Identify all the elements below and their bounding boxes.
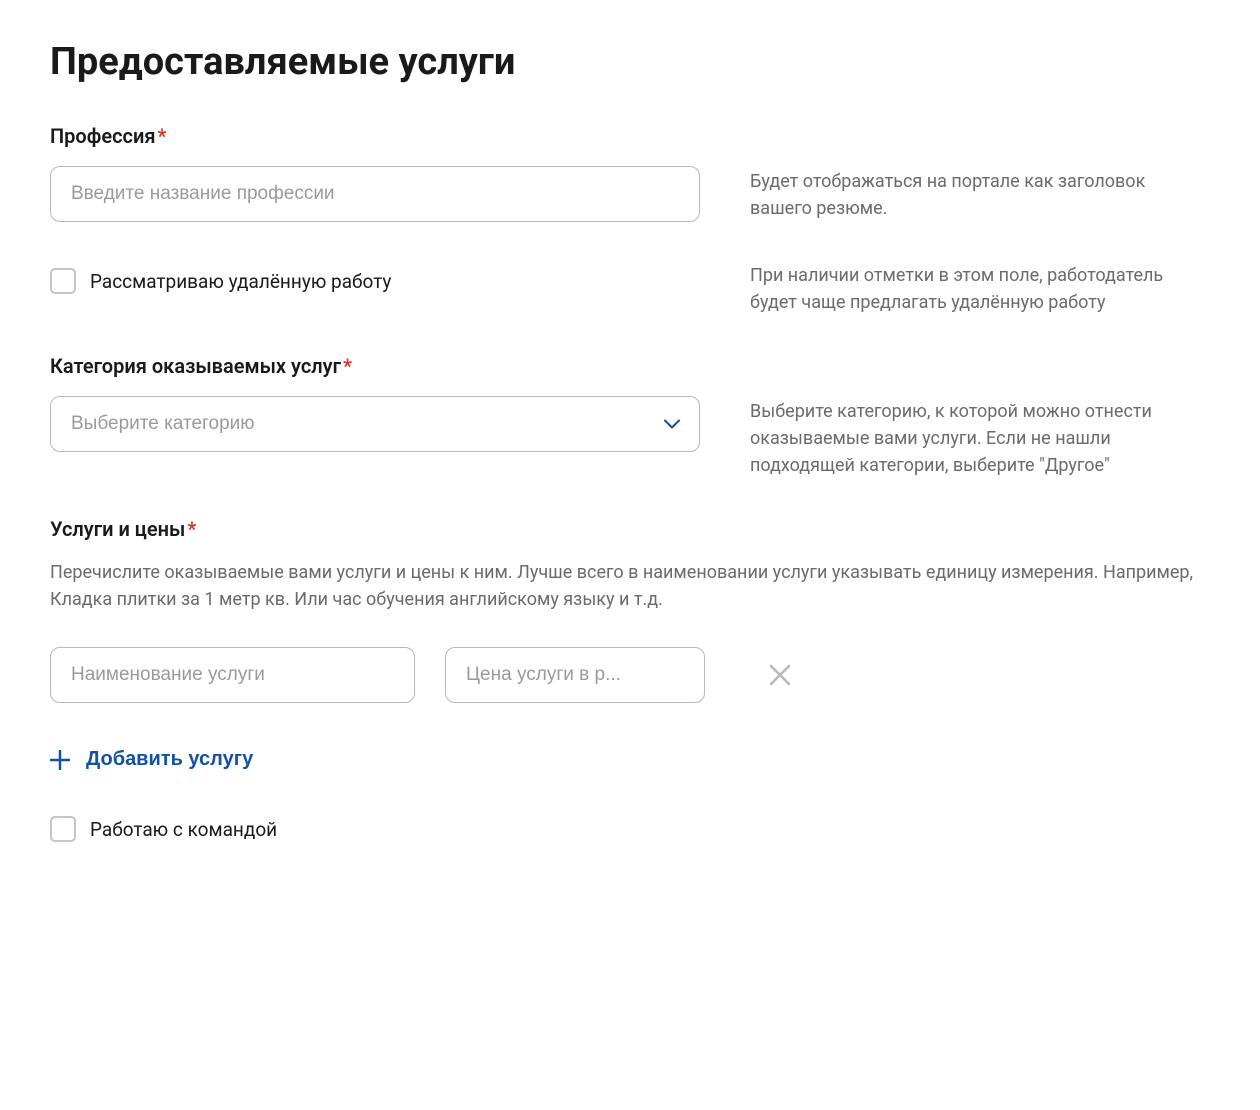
category-select[interactable]: Выберите категорию <box>50 396 700 452</box>
required-indicator: * <box>343 354 352 378</box>
profession-label: Профессия* <box>50 124 1210 148</box>
page-title: Предоставляемые услуги <box>50 40 1210 84</box>
team-checkbox-label[interactable]: Работаю с командой <box>90 818 277 841</box>
required-indicator: * <box>187 517 196 541</box>
plus-icon <box>50 750 70 770</box>
profession-hint: Будет отображаться на портале как заголо… <box>750 168 1210 222</box>
close-icon <box>769 664 791 686</box>
category-hint: Выберите категорию, к которой можно отне… <box>750 398 1210 479</box>
team-section: Работаю с командой <box>50 816 1210 842</box>
service-row <box>50 647 1210 703</box>
team-checkbox[interactable] <box>50 816 76 842</box>
category-label: Категория оказываемых услуг* <box>50 354 1210 378</box>
required-indicator: * <box>157 124 166 148</box>
services-description: Перечислите оказываемые вами услуги и це… <box>50 559 1210 613</box>
profession-section: Профессия* Будет отображаться на портале… <box>50 124 1210 222</box>
remote-checkbox[interactable] <box>50 268 76 294</box>
remote-hint: При наличии отметки в этом поле, работод… <box>750 262 1210 316</box>
add-service-label: Добавить услугу <box>86 748 253 771</box>
remote-section: Рассматриваю удалённую работу При наличи… <box>50 260 1210 316</box>
remove-service-button[interactable] <box>765 660 795 690</box>
service-price-input[interactable] <box>445 647 705 703</box>
services-section: Услуги и цены* Перечислите оказываемые в… <box>50 517 1210 771</box>
category-section: Категория оказываемых услуг* Выберите ка… <box>50 354 1210 479</box>
add-service-button[interactable]: Добавить услугу <box>50 748 253 771</box>
services-label: Услуги и цены* <box>50 517 1210 541</box>
profession-input[interactable] <box>50 166 700 222</box>
service-name-input[interactable] <box>50 647 415 703</box>
remote-checkbox-label[interactable]: Рассматриваю удалённую работу <box>90 270 391 293</box>
